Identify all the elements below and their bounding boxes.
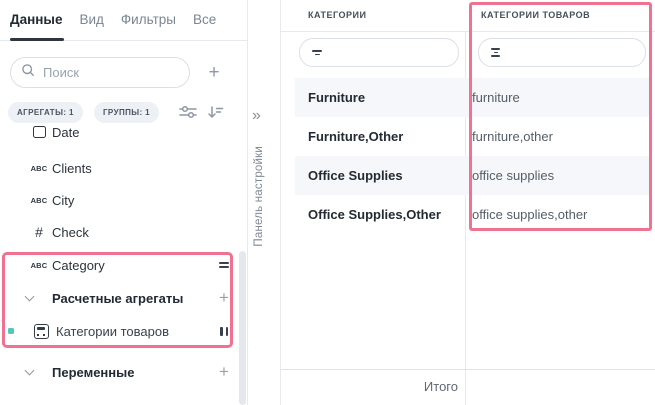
groups-badge[interactable]: ГРУППЫ: 1 (94, 102, 159, 123)
dataset-editor-window: Данные Вид Фильтры Все Поиск + АГРЕГАТЫ:… (0, 0, 655, 405)
grouping-icon[interactable] (214, 260, 234, 270)
column-header-product-categories: КАТЕГОРИИ ТОВАРОВ (481, 10, 590, 20)
add-field-button[interactable]: + (203, 62, 225, 84)
field-item-date[interactable]: Date (0, 126, 236, 145)
calculator-icon (30, 324, 52, 339)
table-row: Office Supplies office supplies (295, 156, 651, 195)
chevron-down-icon[interactable] (18, 371, 40, 374)
settings-panel-label: Панель настройки (253, 146, 265, 247)
table-row: Furniture,Other furniture,other (295, 117, 651, 156)
field-status-dot (8, 328, 14, 334)
header-divider (281, 31, 655, 32)
sidebar-divider (247, 0, 248, 405)
tab-all[interactable]: Все (193, 12, 216, 27)
section-variables[interactable]: Переменные + (0, 359, 236, 385)
expand-panel-button[interactable]: » (252, 107, 261, 125)
abc-icon: ABC (28, 196, 50, 205)
filter-icon (491, 48, 500, 57)
total-row-divider (281, 369, 655, 370)
filter-settings-button[interactable] (178, 104, 198, 125)
aggregates-badge[interactable]: АГРЕГАТЫ: 1 (8, 102, 83, 123)
filter-icon (312, 50, 322, 55)
add-variable-button[interactable]: + (214, 362, 234, 382)
total-label: Итого (281, 379, 458, 394)
number-icon: # (28, 224, 50, 240)
tab-view[interactable]: Вид (79, 12, 103, 27)
chevron-down-icon[interactable] (18, 297, 40, 300)
tab-filters[interactable]: Фильтры (121, 12, 176, 27)
calendar-icon (28, 126, 50, 138)
table-row: Office Supplies,Other office supplies,ot… (295, 195, 651, 234)
search-icon (21, 63, 35, 82)
tab-data[interactable]: Данные (10, 12, 62, 27)
table-row: Furniture furniture (295, 78, 651, 117)
section-calculated-aggregates[interactable]: Расчетные агрегаты + (0, 285, 236, 311)
product-categories-filter-input[interactable] (478, 38, 646, 67)
sort-button[interactable] (207, 104, 225, 125)
column-header-categories: КАТЕГОРИИ (308, 10, 366, 20)
abc-icon: ABC (28, 261, 50, 270)
sidebar-scrollbar[interactable] (239, 251, 246, 405)
field-item-check[interactable]: # Check (0, 219, 236, 245)
abc-icon: ABC (28, 164, 50, 173)
search-input[interactable]: Поиск (10, 57, 190, 88)
active-tab-underline (10, 38, 64, 41)
settings-panel-divider (280, 0, 281, 405)
search-placeholder: Поиск (43, 65, 79, 80)
field-list: Date ABC Clients ABC City # Check ABC Ca… (0, 126, 236, 405)
pause-icon[interactable] (214, 327, 234, 336)
categories-filter-input[interactable] (299, 38, 459, 67)
sidebar-tabs: Данные Вид Фильтры Все (10, 12, 216, 27)
field-item-category[interactable]: ABC Category (0, 252, 236, 278)
add-aggregate-button[interactable]: + (214, 288, 234, 308)
field-item-product-categories[interactable]: Категории товаров (0, 318, 236, 344)
field-item-city[interactable]: ABC City (0, 187, 236, 213)
field-item-clients[interactable]: ABC Clients (0, 155, 236, 181)
